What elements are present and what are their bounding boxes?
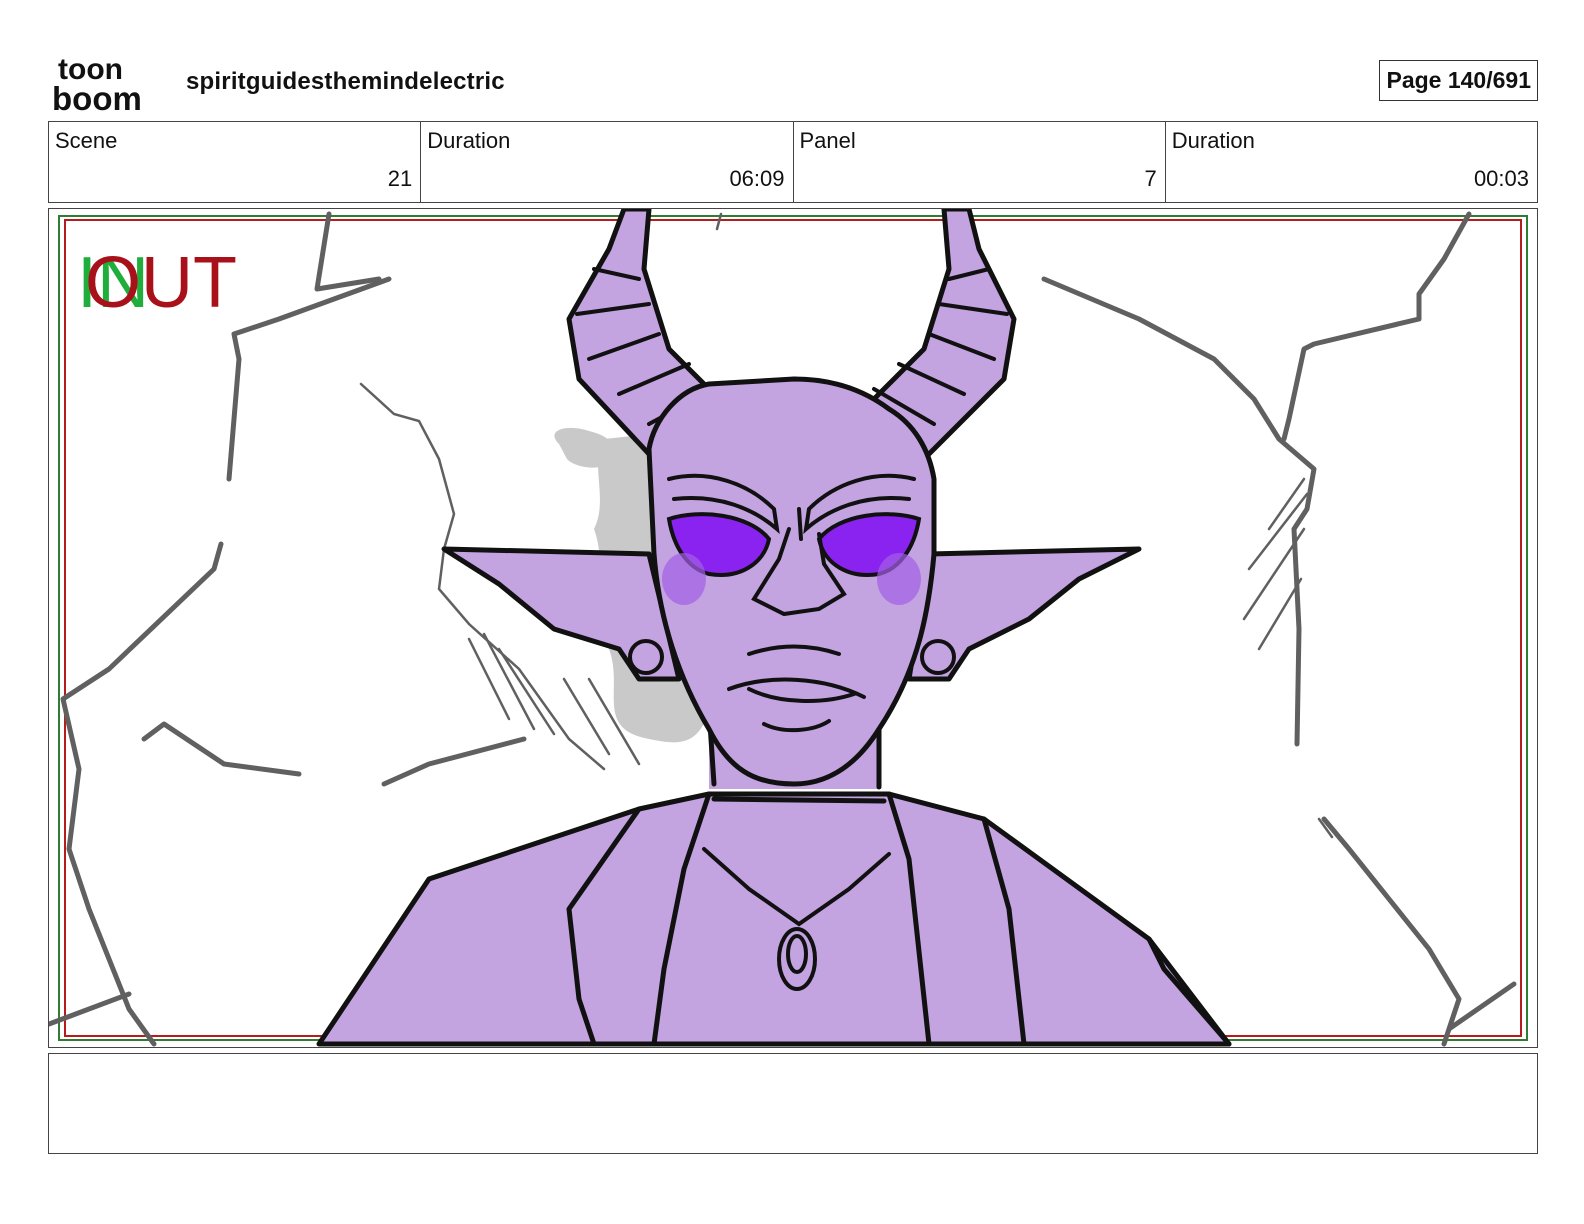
toon-boom-logo: toon boom [52, 52, 164, 117]
panel-duration-value: 00:03 [1473, 166, 1529, 191]
character-torso [316, 791, 1232, 1047]
scene-label: Scene [55, 128, 118, 153]
panel-duration-label: Duration [1171, 128, 1255, 153]
project-title: spiritguidesthemindelectric [186, 68, 505, 95]
scene-value: 21 [387, 166, 413, 191]
panel-label: Panel [799, 128, 856, 153]
page-header: toon boom spiritguidesthemindelectric Pa… [48, 48, 1538, 117]
logo-line2: boom [52, 80, 142, 114]
panel-value: 7 [1144, 166, 1157, 191]
panel-cell: Panel 7 [794, 122, 1166, 202]
scene-duration-cell: Duration 06:09 [421, 122, 794, 202]
page-indicator: Page 140/691 [1379, 60, 1538, 101]
storyboard-panel: IN OUT [48, 208, 1538, 1048]
right-ear [906, 546, 1142, 682]
panel-notes-box[interactable] [48, 1053, 1538, 1154]
panel-info-row: Scene 21 Duration 06:09 Panel 7 Duration… [48, 121, 1538, 203]
scene-cell: Scene 21 [49, 122, 422, 202]
panel-drawing: IN OUT [49, 209, 1528, 1047]
out-marker-label: OUT [85, 243, 237, 323]
panel-duration-cell: Duration 00:03 [1166, 122, 1537, 202]
smoke-puff [554, 427, 614, 468]
scene-duration-label: Duration [427, 128, 511, 153]
scene-duration-value: 06:09 [729, 166, 785, 191]
